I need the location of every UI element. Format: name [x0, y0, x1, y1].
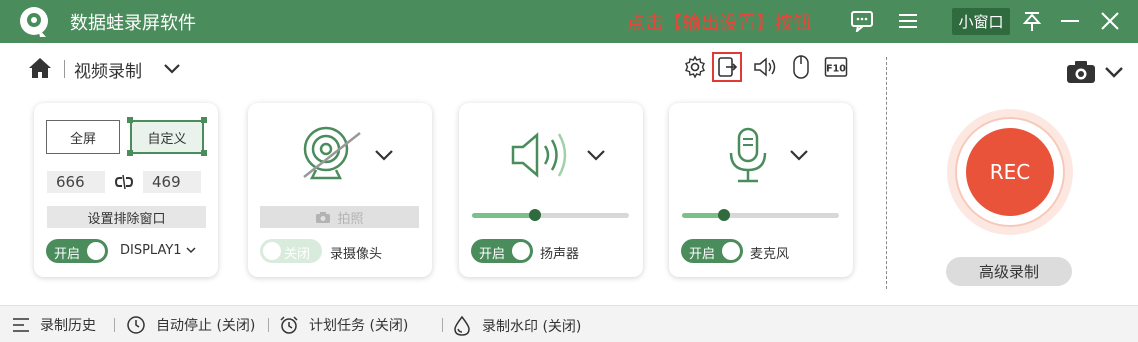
pin-icon[interactable]	[1019, 8, 1045, 34]
f10-hotkey-icon[interactable]: F10	[823, 54, 849, 80]
display-select[interactable]: DISPLAY1	[120, 243, 196, 258]
corner-handle[interactable]	[127, 150, 133, 156]
gear-icon[interactable]	[682, 54, 708, 80]
screenshot-camera-icon[interactable]	[1066, 60, 1096, 84]
chat-icon[interactable]	[849, 8, 875, 34]
toggle-label: 开启	[689, 247, 716, 262]
microphone-icon	[729, 127, 767, 183]
fullscreen-button[interactable]: 全屏	[46, 120, 120, 154]
vertical-divider	[886, 57, 887, 289]
rec-ring: REC	[947, 109, 1073, 235]
speaker-chevron-down-icon[interactable]	[584, 145, 608, 165]
camera-chevron-down-icon[interactable]	[372, 145, 396, 165]
record-history-label: 录制历史	[40, 318, 96, 334]
screen-toggle[interactable]: 开启	[46, 239, 108, 263]
chevron-down-icon[interactable]	[162, 60, 182, 78]
main-panel: 视频录制 F10 全屏 自定义 666 469 设置排除窗口 开启 DISPLA…	[0, 43, 1138, 305]
watermark-button[interactable]: 录制水印 (关闭)	[452, 315, 581, 337]
mic-label: 麦克风	[750, 247, 790, 262]
watermark-label: 录制水印 (关闭)	[482, 319, 582, 335]
output-settings-icon[interactable]	[712, 52, 742, 82]
mic-volume-slider[interactable]	[682, 209, 839, 221]
photo-label: 拍照	[337, 211, 364, 227]
camera-icon	[316, 211, 331, 223]
speaker-card: 开启 扬声器	[459, 103, 643, 277]
camera-label: 录摄像头	[330, 247, 383, 262]
chevron-down-icon	[186, 247, 196, 254]
toggle-knob	[722, 242, 740, 260]
toggle-knob	[263, 242, 281, 260]
auto-stop-button[interactable]: 自动停止 (关闭)	[126, 315, 255, 335]
corner-handle[interactable]	[201, 117, 207, 123]
clock-icon	[127, 316, 145, 334]
separator	[268, 318, 269, 332]
separator	[114, 318, 115, 332]
toggle-label: 关闭	[284, 247, 311, 262]
water-drop-icon	[454, 315, 470, 336]
close-icon[interactable]	[1097, 8, 1123, 34]
volume-fill	[472, 213, 535, 218]
speaker-icon	[511, 132, 567, 178]
toggle-label: 开启	[479, 247, 506, 262]
link-ratio-icon[interactable]	[114, 173, 134, 191]
rec-ring-inner: REC	[957, 119, 1063, 225]
corner-handle[interactable]	[127, 117, 133, 123]
title-bar: 数据蛙录屏软件 点击【输出设置】按钮 小窗口	[0, 0, 1138, 43]
screen-card: 全屏 自定义 666 469 设置排除窗口 开启 DISPLAY1	[34, 103, 218, 277]
f10-label: F10	[826, 64, 846, 75]
schedule-task-button[interactable]: 计划任务 (关闭)	[279, 315, 408, 335]
microphone-card: 开启 麦克风	[669, 103, 853, 277]
speaker-toggle[interactable]: 开启	[471, 239, 533, 263]
home-icon[interactable]	[28, 57, 52, 79]
schedule-task-label: 计划任务 (关闭)	[309, 318, 409, 334]
volume-thumb[interactable]	[529, 209, 541, 221]
corner-handle[interactable]	[201, 150, 207, 156]
width-input[interactable]: 666	[47, 171, 105, 193]
rec-button[interactable]: REC	[966, 128, 1054, 216]
app-logo-icon	[20, 7, 48, 37]
alarm-clock-icon	[280, 316, 298, 334]
exclude-window-button[interactable]: 设置排除窗口	[47, 206, 206, 228]
auto-stop-label: 自动停止 (关闭)	[156, 318, 256, 334]
breadcrumb-separator	[64, 60, 65, 78]
camera-card: 拍照 关闭 录摄像头	[248, 103, 432, 277]
camera-toggle[interactable]: 关闭	[260, 239, 322, 263]
screenshot-chevron-down-icon[interactable]	[1102, 61, 1126, 83]
page-title: 视频录制	[74, 62, 142, 82]
speaker-icon[interactable]	[752, 54, 778, 80]
separator	[442, 318, 443, 332]
annotation-text: 点击【输出设置】按钮	[627, 13, 812, 34]
volume-thumb[interactable]	[718, 209, 730, 221]
display-select-label: DISPLAY1	[120, 243, 182, 258]
mic-toggle[interactable]: 开启	[681, 239, 743, 263]
take-photo-button: 拍照	[260, 206, 419, 228]
height-input[interactable]: 469	[143, 171, 201, 193]
bottom-bar: 录制历史 自动停止 (关闭) 计划任务 (关闭) 录制水印 (关闭)	[0, 305, 1138, 342]
mic-chevron-down-icon[interactable]	[787, 145, 811, 165]
speaker-label: 扬声器	[540, 247, 580, 262]
toggle-knob	[512, 242, 530, 260]
minimize-icon[interactable]	[1057, 8, 1083, 34]
list-icon	[13, 318, 29, 332]
mini-window-button[interactable]: 小窗口	[952, 8, 1010, 35]
mouse-icon[interactable]	[788, 54, 814, 80]
toggle-label: 开启	[54, 247, 81, 262]
speaker-volume-slider[interactable]	[472, 209, 629, 221]
menu-icon[interactable]	[895, 8, 921, 34]
webcam-off-icon	[303, 126, 361, 180]
record-history-button[interactable]: 录制历史	[12, 315, 96, 335]
app-title: 数据蛙录屏软件	[70, 13, 196, 34]
toggle-knob	[87, 242, 105, 260]
custom-area-button[interactable]: 自定义	[130, 120, 204, 154]
advanced-record-button[interactable]: 高级录制	[946, 257, 1072, 286]
